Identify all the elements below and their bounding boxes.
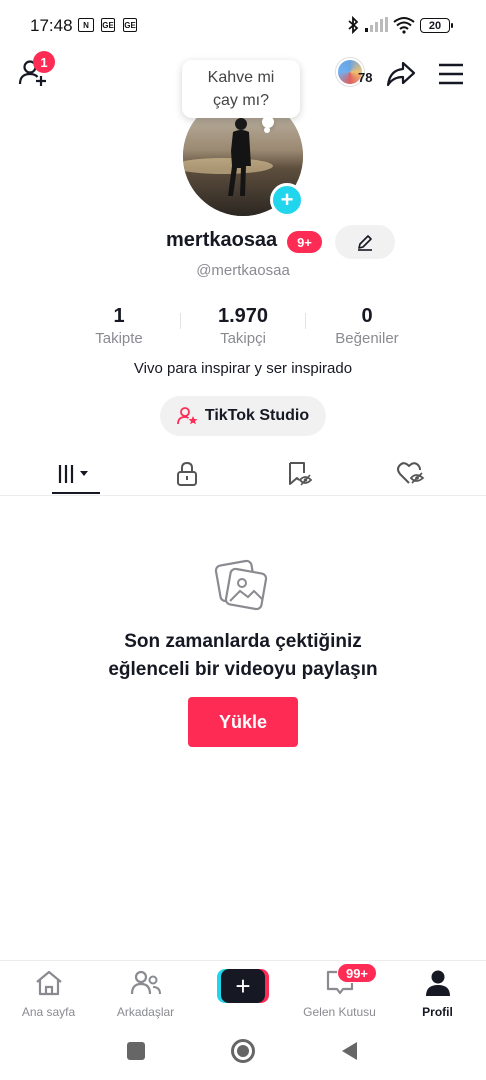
status-time: 17:48 xyxy=(30,16,73,35)
username-badge: 9+ xyxy=(287,231,322,253)
back-button[interactable] xyxy=(339,1040,359,1062)
active-tab-indicator xyxy=(52,492,100,494)
empty-state-title: Son zamanlarda çektiğiniz eğlenceli bir … xyxy=(0,628,486,684)
note-bubble[interactable]: Kahve mi çay mı? xyxy=(182,60,300,118)
stat-likes[interactable]: 0 Beğeniler xyxy=(317,305,417,347)
add-friend-badge: 1 xyxy=(33,51,55,73)
nav-home[interactable]: Ana sayfa xyxy=(0,969,97,1019)
tiktok-studio-button[interactable]: TikTok Studio xyxy=(160,396,326,436)
username: mertkaosaa xyxy=(166,229,278,251)
nav-friends[interactable]: Arkadaşlar xyxy=(97,969,194,1019)
nav-profile[interactable]: Profil xyxy=(389,969,486,1019)
stat-following[interactable]: 1 Takipte xyxy=(69,305,169,347)
edit-profile-button[interactable] xyxy=(335,225,395,259)
nav-friends-label: Arkadaşlar xyxy=(116,1005,175,1019)
share-icon[interactable] xyxy=(386,60,416,88)
tab-private[interactable] xyxy=(126,452,247,496)
bluetooth-icon xyxy=(348,16,359,34)
nav-home-label: Ana sayfa xyxy=(21,1005,76,1019)
handle: @mertkaosaa xyxy=(196,262,290,279)
heart-hidden-icon xyxy=(396,462,424,484)
stat-divider xyxy=(180,313,181,329)
sim1-icon: GE xyxy=(101,18,115,32)
friends-icon xyxy=(130,970,161,995)
tab-videos[interactable] xyxy=(15,452,136,496)
stat-following-value: 1 xyxy=(113,305,125,327)
add-story-button[interactable]: + xyxy=(270,183,304,217)
stat-likes-value: 0 xyxy=(361,305,373,327)
plus-icon: + xyxy=(221,969,265,1003)
bottom-nav: Ana sayfa Arkadaşlar + Gelen Kutusu Prof… xyxy=(0,960,486,1022)
system-nav-bar xyxy=(0,1022,486,1080)
nav-profile-label: Profil xyxy=(422,1005,453,1019)
stat-likes-label: Beğeniler xyxy=(335,330,399,347)
grid-icon xyxy=(58,465,88,483)
tab-saved[interactable] xyxy=(239,452,360,496)
signal-icon xyxy=(365,17,388,32)
nfc-icon: N xyxy=(78,18,94,32)
bookmark-hidden-icon xyxy=(288,462,312,486)
empty-state-line-2: eğlenceli bir videoyu paylaşın xyxy=(108,659,378,680)
recents-button[interactable] xyxy=(127,1042,145,1060)
wifi-icon xyxy=(393,17,415,34)
profile-icon xyxy=(425,970,450,996)
upload-button[interactable]: Yükle xyxy=(188,697,298,747)
stat-followers-label: Takipçi xyxy=(220,330,266,347)
note-line-1: Kahve mi xyxy=(207,69,275,86)
story-count: 78 xyxy=(358,70,373,85)
tab-liked[interactable] xyxy=(350,452,471,496)
create-button[interactable]: + xyxy=(217,969,269,1003)
stories-button[interactable]: 78 xyxy=(336,58,378,88)
stat-following-label: Takipte xyxy=(95,330,143,347)
inbox-badge: 99+ xyxy=(337,963,377,983)
stat-followers-value: 1.970 xyxy=(217,305,269,327)
status-bar: 17:48 N GE GE 20 xyxy=(0,0,486,50)
empty-state-line-1: Son zamanlarda çektiğiniz xyxy=(124,631,362,652)
stat-followers[interactable]: 1.970 Takipçi xyxy=(193,305,293,347)
sim2-icon: GE xyxy=(123,18,137,32)
home-system-button[interactable] xyxy=(231,1039,255,1063)
lock-icon xyxy=(176,461,197,486)
note-line-2: çay mı? xyxy=(212,92,269,109)
tab-divider xyxy=(0,495,486,496)
photo-stack-icon xyxy=(214,559,268,611)
home-icon xyxy=(35,970,62,996)
stat-divider xyxy=(305,313,306,329)
add-friend-button[interactable]: 1 xyxy=(18,51,55,90)
tiktok-studio-label: TikTok Studio xyxy=(204,407,310,424)
nav-inbox-label: Gelen Kutusu xyxy=(303,1005,376,1019)
bubble-tail-dot xyxy=(264,127,270,133)
menu-icon[interactable] xyxy=(438,63,464,85)
studio-icon xyxy=(176,407,198,425)
home-dot xyxy=(237,1045,249,1057)
battery-icon: 20 xyxy=(420,18,453,33)
pencil-icon xyxy=(358,235,372,251)
bio: Vivo para inspirar y ser inspirado xyxy=(133,360,353,377)
